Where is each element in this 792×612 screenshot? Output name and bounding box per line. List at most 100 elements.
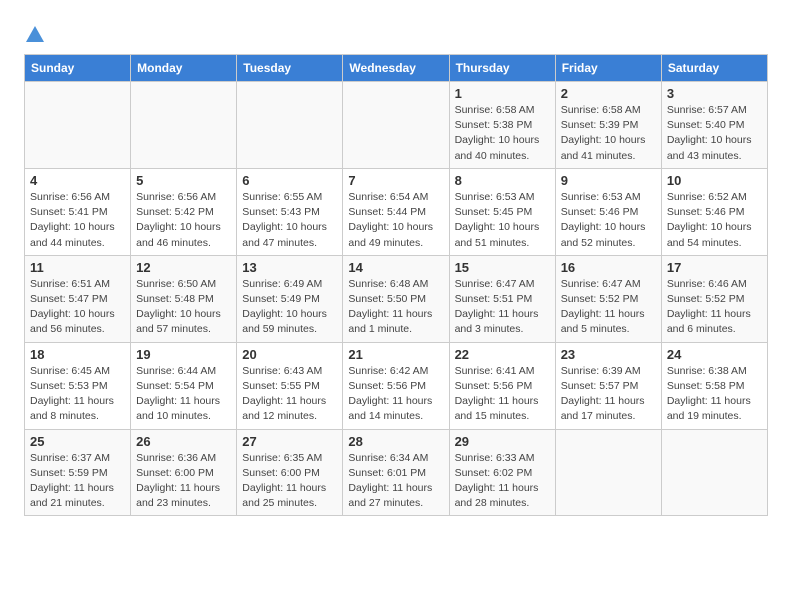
day-number: 2 (561, 86, 656, 101)
calendar-cell: 12 Sunrise: 6:50 AM Sunset: 5:48 PM Dayli… (131, 255, 237, 342)
calendar-cell (661, 429, 767, 516)
day-info: Sunrise: 6:55 AM Sunset: 5:43 PM Dayligh… (242, 190, 337, 251)
logo-icon (24, 24, 46, 46)
calendar-week-row: 18 Sunrise: 6:45 AM Sunset: 5:53 PM Dayli… (25, 342, 768, 429)
calendar-cell: 13 Sunrise: 6:49 AM Sunset: 5:49 PM Dayli… (237, 255, 343, 342)
day-info: Sunrise: 6:57 AM Sunset: 5:40 PM Dayligh… (667, 103, 762, 164)
calendar-cell (555, 429, 661, 516)
header-day: Saturday (661, 55, 767, 82)
day-number: 11 (30, 260, 125, 275)
day-number: 28 (348, 434, 443, 449)
day-info: Sunrise: 6:51 AM Sunset: 5:47 PM Dayligh… (30, 277, 125, 338)
header-day: Friday (555, 55, 661, 82)
calendar-cell: 2 Sunrise: 6:58 AM Sunset: 5:39 PM Daylig… (555, 82, 661, 169)
calendar-cell: 22 Sunrise: 6:41 AM Sunset: 5:56 PM Dayli… (449, 342, 555, 429)
day-info: Sunrise: 6:45 AM Sunset: 5:53 PM Dayligh… (30, 364, 125, 425)
calendar-cell: 20Sunrise: 6:43 AM Sunset: 5:55 PM Dayli… (237, 342, 343, 429)
day-number: 8 (455, 173, 550, 188)
calendar-cell: 10 Sunrise: 6:52 AM Sunset: 5:46 PM Dayli… (661, 168, 767, 255)
calendar-cell (131, 82, 237, 169)
calendar-header: SundayMondayTuesdayWednesdayThursdayFrid… (25, 55, 768, 82)
day-info: Sunrise: 6:38 AM Sunset: 5:58 PM Dayligh… (667, 364, 762, 425)
day-number: 24 (667, 347, 762, 362)
calendar-cell: 1 Sunrise: 6:58 AM Sunset: 5:38 PM Daylig… (449, 82, 555, 169)
day-info: Sunrise: 6:35 AM Sunset: 6:00 PM Dayligh… (242, 451, 337, 512)
calendar-week-row: 1 Sunrise: 6:58 AM Sunset: 5:38 PM Daylig… (25, 82, 768, 169)
day-info: Sunrise: 6:43 AM Sunset: 5:55 PM Dayligh… (242, 364, 337, 425)
calendar-cell: 26 Sunrise: 6:36 AM Sunset: 6:00 PM Dayli… (131, 429, 237, 516)
day-info: Sunrise: 6:37 AM Sunset: 5:59 PM Dayligh… (30, 451, 125, 512)
calendar-cell: 5 Sunrise: 6:56 AM Sunset: 5:42 PM Daylig… (131, 168, 237, 255)
day-number: 26 (136, 434, 231, 449)
calendar-cell: 16 Sunrise: 6:47 AM Sunset: 5:52 PM Dayli… (555, 255, 661, 342)
day-info: Sunrise: 6:41 AM Sunset: 5:56 PM Dayligh… (455, 364, 550, 425)
day-info: Sunrise: 6:58 AM Sunset: 5:39 PM Dayligh… (561, 103, 656, 164)
day-info: Sunrise: 6:36 AM Sunset: 6:00 PM Dayligh… (136, 451, 231, 512)
day-number: 6 (242, 173, 337, 188)
calendar-table: SundayMondayTuesdayWednesdayThursdayFrid… (24, 54, 768, 516)
day-info: Sunrise: 6:33 AM Sunset: 6:02 PM Dayligh… (455, 451, 550, 512)
day-number: 22 (455, 347, 550, 362)
day-info: Sunrise: 6:56 AM Sunset: 5:42 PM Dayligh… (136, 190, 231, 251)
header-day: Tuesday (237, 55, 343, 82)
day-info: Sunrise: 6:50 AM Sunset: 5:48 PM Dayligh… (136, 277, 231, 338)
day-info: Sunrise: 6:44 AM Sunset: 5:54 PM Dayligh… (136, 364, 231, 425)
day-number: 3 (667, 86, 762, 101)
calendar-cell: 24 Sunrise: 6:38 AM Sunset: 5:58 PM Dayli… (661, 342, 767, 429)
day-number: 23 (561, 347, 656, 362)
calendar-cell: 19 Sunrise: 6:44 AM Sunset: 5:54 PM Dayli… (131, 342, 237, 429)
day-number: 19 (136, 347, 231, 362)
calendar-cell: 4Sunrise: 6:56 AM Sunset: 5:41 PM Daylig… (25, 168, 131, 255)
day-number: 5 (136, 173, 231, 188)
calendar-cell: 8Sunrise: 6:53 AM Sunset: 5:45 PM Daylig… (449, 168, 555, 255)
day-info: Sunrise: 6:34 AM Sunset: 6:01 PM Dayligh… (348, 451, 443, 512)
calendar-cell (25, 82, 131, 169)
day-number: 25 (30, 434, 125, 449)
day-number: 13 (242, 260, 337, 275)
calendar-cell (237, 82, 343, 169)
calendar-cell: 28 Sunrise: 6:34 AM Sunset: 6:01 PM Dayli… (343, 429, 449, 516)
day-info: Sunrise: 6:46 AM Sunset: 5:52 PM Dayligh… (667, 277, 762, 338)
day-info: Sunrise: 6:47 AM Sunset: 5:51 PM Dayligh… (455, 277, 550, 338)
header-day: Sunday (25, 55, 131, 82)
header-row: SundayMondayTuesdayWednesdayThursdayFrid… (25, 55, 768, 82)
day-info: Sunrise: 6:47 AM Sunset: 5:52 PM Dayligh… (561, 277, 656, 338)
calendar-cell: 11 Sunrise: 6:51 AM Sunset: 5:47 PM Dayli… (25, 255, 131, 342)
calendar-cell: 29 Sunrise: 6:33 AM Sunset: 6:02 PM Dayli… (449, 429, 555, 516)
day-info: Sunrise: 6:48 AM Sunset: 5:50 PM Dayligh… (348, 277, 443, 338)
day-number: 27 (242, 434, 337, 449)
calendar-cell: 27 Sunrise: 6:35 AM Sunset: 6:00 PM Dayli… (237, 429, 343, 516)
day-number: 10 (667, 173, 762, 188)
day-number: 14 (348, 260, 443, 275)
day-info: Sunrise: 6:53 AM Sunset: 5:46 PM Dayligh… (561, 190, 656, 251)
day-info: Sunrise: 6:56 AM Sunset: 5:41 PM Dayligh… (30, 190, 125, 251)
day-info: Sunrise: 6:58 AM Sunset: 5:38 PM Dayligh… (455, 103, 550, 164)
calendar-cell: 15Sunrise: 6:47 AM Sunset: 5:51 PM Dayli… (449, 255, 555, 342)
calendar-cell: 23Sunrise: 6:39 AM Sunset: 5:57 PM Dayli… (555, 342, 661, 429)
calendar-cell: 21Sunrise: 6:42 AM Sunset: 5:56 PM Dayli… (343, 342, 449, 429)
day-info: Sunrise: 6:49 AM Sunset: 5:49 PM Dayligh… (242, 277, 337, 338)
header-day: Monday (131, 55, 237, 82)
header-day: Thursday (449, 55, 555, 82)
day-info: Sunrise: 6:54 AM Sunset: 5:44 PM Dayligh… (348, 190, 443, 251)
day-number: 17 (667, 260, 762, 275)
day-info: Sunrise: 6:52 AM Sunset: 5:46 PM Dayligh… (667, 190, 762, 251)
calendar-cell: 9 Sunrise: 6:53 AM Sunset: 5:46 PM Daylig… (555, 168, 661, 255)
header (24, 20, 768, 46)
calendar-body: 1 Sunrise: 6:58 AM Sunset: 5:38 PM Daylig… (25, 82, 768, 516)
calendar-cell: 7 Sunrise: 6:54 AM Sunset: 5:44 PM Daylig… (343, 168, 449, 255)
day-number: 18 (30, 347, 125, 362)
day-number: 9 (561, 173, 656, 188)
calendar-cell: 25 Sunrise: 6:37 AM Sunset: 5:59 PM Dayli… (25, 429, 131, 516)
calendar-week-row: 4Sunrise: 6:56 AM Sunset: 5:41 PM Daylig… (25, 168, 768, 255)
calendar-cell: 6 Sunrise: 6:55 AM Sunset: 5:43 PM Daylig… (237, 168, 343, 255)
day-number: 1 (455, 86, 550, 101)
logo (24, 24, 50, 46)
day-number: 29 (455, 434, 550, 449)
calendar-cell: 18 Sunrise: 6:45 AM Sunset: 5:53 PM Dayli… (25, 342, 131, 429)
day-number: 16 (561, 260, 656, 275)
calendar-cell: 3 Sunrise: 6:57 AM Sunset: 5:40 PM Daylig… (661, 82, 767, 169)
day-number: 7 (348, 173, 443, 188)
day-number: 12 (136, 260, 231, 275)
calendar-cell (343, 82, 449, 169)
